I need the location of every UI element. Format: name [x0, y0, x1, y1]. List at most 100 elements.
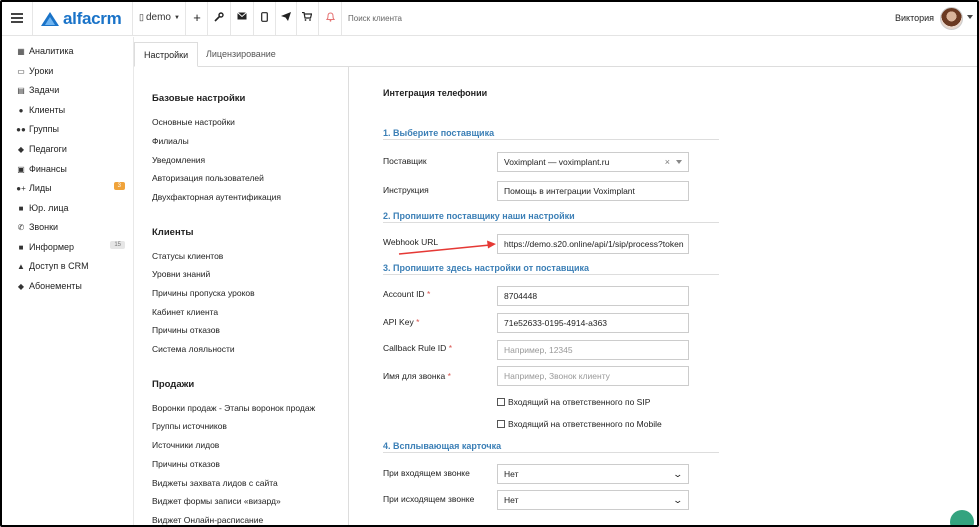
sidebar-item-label: Задачи [29, 85, 60, 95]
select-value: Нет [504, 469, 519, 479]
field-label: Callback Rule ID * [383, 343, 452, 353]
informer-count-badge: 15 [110, 241, 125, 249]
sidebar-item-label: Уроки [29, 66, 54, 76]
sidebar-item-crm-access[interactable]: ▲ Доступ в CRM [15, 259, 125, 273]
list-icon: ■ [18, 242, 24, 252]
user-name[interactable]: Виктория [895, 13, 934, 23]
select-value: Нет [504, 495, 519, 505]
divider [132, 2, 133, 35]
settings-link[interactable]: Система лояльности [152, 344, 235, 354]
callback-rule-id-field[interactable]: Например, 12345 [497, 340, 689, 360]
settings-link[interactable]: Филиалы [152, 136, 189, 146]
required-mark: * [448, 343, 452, 353]
chevron-down-icon[interactable] [967, 15, 973, 19]
field-label: При входящем звонке [383, 468, 470, 478]
incoming-sip-checkbox[interactable]: Входящий на ответственного по SIP [497, 397, 650, 407]
sidebar-item-informer[interactable]: ■ Информер 15 [15, 240, 125, 254]
step-heading: 1. Выберите поставщика [383, 128, 719, 140]
sidebar-item-legal-entities[interactable]: ■ Юр. лица [15, 201, 125, 215]
settings-link[interactable]: Авторизация пользователей [152, 173, 264, 183]
settings-link[interactable]: Виджет формы записи «визард» [152, 496, 281, 506]
clear-icon[interactable]: × [665, 153, 670, 171]
page-title: Интеграция телефонии [383, 88, 488, 98]
telegram-icon[interactable] [280, 12, 292, 24]
provider-select[interactable]: Voximplant — voximplant.ru × [497, 152, 689, 172]
app-window: alfacrm ▯ demo ▼ + Поиск клиента Виктори… [0, 0, 979, 527]
bell-icon[interactable] [324, 12, 336, 25]
incoming-mobile-checkbox[interactable]: Входящий на ответственного по Mobile [497, 419, 662, 429]
step-heading: 2. Пропишите поставщику наши настройки [383, 211, 719, 223]
calendar-icon: ▭ [17, 66, 25, 76]
plus-icon[interactable]: + [191, 10, 203, 25]
leads-count-badge: 3 [113, 182, 125, 190]
mail-icon[interactable] [236, 12, 248, 23]
divider [275, 2, 276, 35]
branch-selector[interactable]: ▯ demo ▼ [139, 12, 180, 23]
divider [230, 2, 231, 35]
sidebar-item-calls[interactable]: ✆ Звонки [15, 220, 125, 234]
sidebar-item-leads[interactable]: ●+ Лиды 3 [15, 181, 125, 195]
checkbox[interactable] [497, 420, 505, 428]
money-icon: ▣ [17, 164, 25, 174]
field-label: Поставщик [383, 156, 427, 166]
settings-link[interactable]: Группы источников [152, 421, 227, 431]
settings-link[interactable]: Виджеты захвата лидов с сайта [152, 478, 278, 488]
sidebar-item-lessons[interactable]: ▭ Уроки [15, 64, 125, 78]
settings-link[interactable]: Уведомления [152, 155, 205, 165]
top-navbar: alfacrm ▯ demo ▼ + Поиск клиента Виктори… [2, 2, 977, 36]
call-name-field[interactable]: Например, Звонок клиенту [497, 366, 689, 386]
client-search-input[interactable]: Поиск клиента [348, 14, 402, 23]
lock-icon: ▲ [17, 261, 25, 271]
sidebar-item-tasks[interactable]: ▤ Задачи [15, 83, 125, 97]
graduation-icon: ◆ [17, 144, 25, 154]
sidebar-item-subscriptions[interactable]: ◆ Абонементы [15, 279, 125, 293]
api-key-field[interactable]: 71e52633-0195-4914-a363 [497, 313, 689, 333]
settings-link[interactable]: Причины отказов [152, 459, 220, 469]
settings-link[interactable]: Причины отказов [152, 325, 220, 335]
hamburger-menu-icon[interactable] [11, 13, 23, 23]
sidebar-item-clients[interactable]: ● Клиенты [15, 103, 125, 117]
logo[interactable]: alfacrm [40, 9, 122, 28]
sidebar-item-label: Доступ в CRM [29, 261, 89, 271]
required-mark: * [416, 317, 420, 327]
settings-link[interactable]: Уровни знаний [152, 269, 210, 279]
sidebar-item-teachers[interactable]: ◆ Педагоги [15, 142, 125, 156]
checkbox[interactable] [497, 398, 505, 406]
settings-link[interactable]: Виджет Онлайн-расписание [152, 515, 263, 525]
divider [32, 2, 33, 35]
mobile-icon[interactable] [258, 12, 270, 25]
settings-link[interactable]: Источники лидов [152, 440, 219, 450]
settings-link[interactable]: Воронки продаж - Этапы воронок продаж [152, 403, 315, 413]
wrench-icon[interactable] [213, 12, 225, 25]
sidebar-item-finance[interactable]: ▣ Финансы [15, 162, 125, 176]
step-heading: 3. Пропишите здесь настройки от поставщи… [383, 263, 719, 275]
chart-icon: ▦ [17, 46, 25, 56]
divider [185, 2, 186, 35]
branch-name: demo [145, 12, 171, 23]
tab-licensing[interactable]: Лицензирование [197, 42, 285, 67]
sidebar-item-groups[interactable]: ●● Группы [15, 122, 125, 136]
webhook-url-field[interactable]: https://demo.s20.online/api/1/sip/proces… [497, 234, 689, 254]
instruction-link-field[interactable]: Помощь в интеграции Voximplant [497, 181, 689, 201]
avatar[interactable] [940, 7, 963, 30]
settings-link[interactable]: Двухфакторная аутентификация [152, 192, 281, 202]
briefcase-icon: ■ [18, 203, 24, 213]
section-title: Базовые настройки [152, 93, 246, 104]
cart-icon[interactable] [301, 11, 313, 24]
outgoing-card-select[interactable]: Нет ⌄ [497, 490, 689, 510]
divider [253, 2, 254, 35]
incoming-card-select[interactable]: Нет ⌄ [497, 464, 689, 484]
settings-link[interactable]: Причины пропуска уроков [152, 288, 255, 298]
chevron-down-icon: ⌄ [672, 494, 684, 505]
group-icon: ●● [16, 124, 26, 134]
divider [296, 2, 297, 35]
required-mark: * [426, 289, 431, 299]
help-chat-button[interactable] [950, 510, 974, 525]
account-id-field[interactable]: 8704448 [497, 286, 689, 306]
divider [341, 2, 342, 35]
settings-link[interactable]: Статусы клиентов [152, 251, 223, 261]
settings-link[interactable]: Основные настройки [152, 117, 235, 127]
sidebar-item-analytics[interactable]: ▦ Аналитика [15, 44, 125, 58]
settings-link[interactable]: Кабинет клиента [152, 307, 218, 317]
tab-settings[interactable]: Настройки [134, 42, 199, 67]
